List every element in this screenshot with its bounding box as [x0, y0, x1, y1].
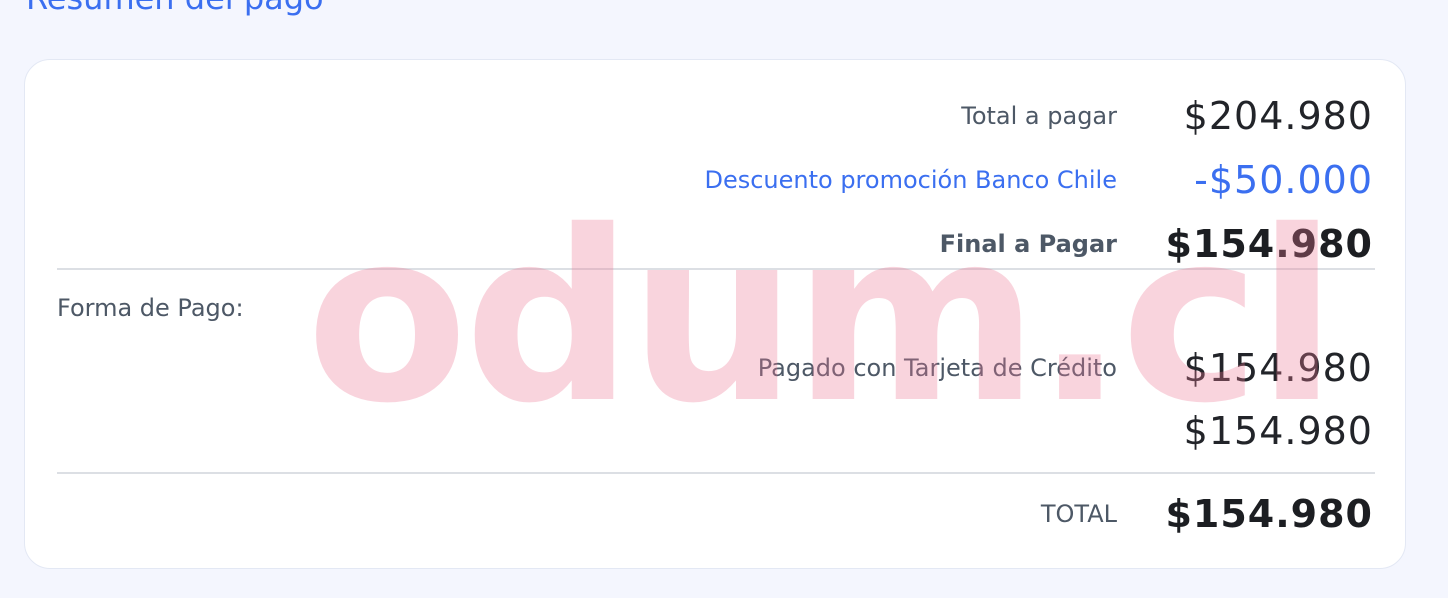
- final-to-pay-label: Final a Pagar: [939, 230, 1117, 258]
- total-to-pay-amount: $204.980: [1183, 94, 1373, 138]
- grand-total-row: TOTAL $154.980: [25, 489, 1407, 539]
- payment-method-amount: $154.980: [1183, 346, 1373, 390]
- grand-total-amount: $154.980: [1165, 492, 1373, 536]
- payment-summary-card: Total a pagar $204.980 Descuento promoci…: [24, 59, 1406, 569]
- payment-subtotal-row: $154.980: [25, 406, 1407, 456]
- final-to-pay-amount: $154.980: [1165, 222, 1373, 266]
- total-to-pay-label: Total a pagar: [961, 102, 1117, 130]
- total-divider: [57, 472, 1375, 474]
- final-to-pay-row: Final a Pagar $154.980: [25, 219, 1407, 269]
- summary-divider: [57, 268, 1375, 270]
- payment-method-label: Pagado con Tarjeta de Crédito: [757, 354, 1117, 382]
- payment-subtotal-amount: $154.980: [1183, 409, 1373, 453]
- discount-label: Descuento promoción Banco Chile: [704, 166, 1117, 194]
- payment-method-section-label: Forma de Pago:: [57, 294, 244, 322]
- discount-row: Descuento promoción Banco Chile -$50.000: [25, 155, 1407, 205]
- payment-method-row: Pagado con Tarjeta de Crédito $154.980: [25, 343, 1407, 393]
- discount-amount: -$50.000: [1194, 158, 1373, 202]
- section-title: Resumen del pago: [26, 0, 324, 18]
- total-to-pay-row: Total a pagar $204.980: [25, 91, 1407, 141]
- grand-total-label: TOTAL: [1040, 500, 1117, 528]
